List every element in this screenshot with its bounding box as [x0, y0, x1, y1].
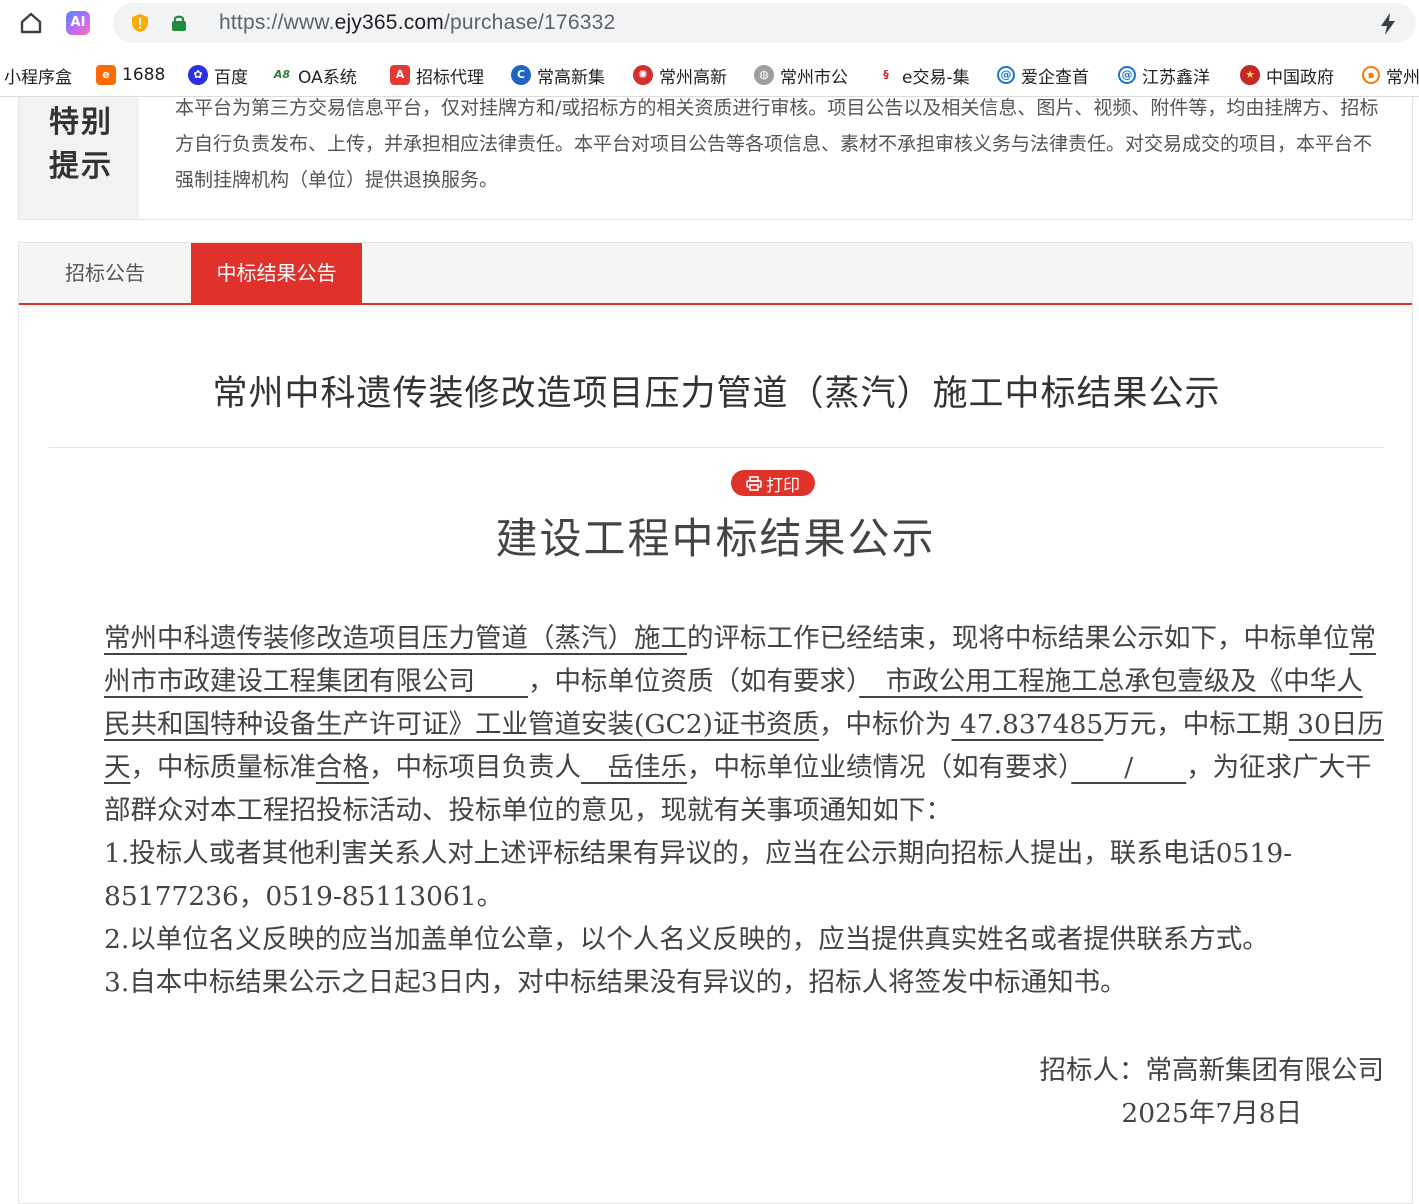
bookmark-label: 中国政府 — [1266, 67, 1334, 88]
notice-label-line2: 提示 — [49, 149, 113, 184]
bookmark-label: 常州市公 — [780, 67, 848, 88]
print-button[interactable]: 打印 — [731, 470, 815, 496]
signature-block: 招标人：常高新集团有限公司 2025年7月8日 — [1040, 1049, 1385, 1135]
baidu-paw-icon: ✿ — [188, 65, 208, 85]
project-manager: 岳佳乐 — [581, 752, 687, 783]
ejy-logo-icon: § — [876, 65, 896, 85]
bookmark-mini-programs[interactable]: 小程序盒 — [4, 63, 78, 88]
text-segment: 万元，中标工期 — [1103, 709, 1289, 740]
text-segment: ，中标质量标准 — [130, 752, 317, 783]
special-notice: 特别 提示 本平台为第三方交易信息平台，仅对挂牌方和/或招标方的相关资质进行审核… — [18, 97, 1413, 220]
bookmark-bidding-agent[interactable]: A 招标代理 — [390, 63, 490, 87]
bookmark-changzhou-hitech[interactable]: ✺ 常州高新 — [633, 63, 733, 87]
bookmark-ejy[interactable]: § e交易-集 — [876, 63, 976, 87]
bookmark-aiqicha[interactable]: @ 爱企查首 — [997, 63, 1097, 87]
performance-record: / — [1071, 752, 1187, 783]
bookmark-baidu[interactable]: ✿ 百度 — [188, 63, 258, 87]
notice-label-line1: 特别 — [49, 105, 113, 140]
bookmark-label: e交易-集 — [902, 67, 970, 88]
lightning-icon[interactable] — [1378, 12, 1398, 36]
bookmark-label: 常高新集 — [537, 67, 605, 88]
bookmark-changzhou-public[interactable]: ◍ 常州市公 — [754, 63, 854, 87]
title-divider — [49, 447, 1384, 448]
printer-icon — [746, 475, 762, 491]
bookmark-label: 百度 — [214, 67, 248, 88]
bookmark-jiangsu-xinyang[interactable]: @ 江苏鑫洋 — [1118, 63, 1218, 87]
document-title: 建设工程中标结果公示 — [495, 514, 936, 563]
home-icon[interactable] — [18, 10, 44, 36]
ai-assistant-button[interactable]: AI — [66, 11, 90, 35]
bookmark-1688[interactable]: e 1688 — [96, 63, 176, 87]
notice-item-1: 1.投标人或者其他利害关系人对上述评标结果有异议的，应当在公示期向招标人提出，联… — [104, 838, 1293, 912]
oa-logo-icon: A8 — [272, 65, 292, 85]
bookmark-changzhou[interactable]: ๑ 常州 — [1362, 63, 1419, 87]
address-bar[interactable]: https://www.ejy365.com/purchase/176332 — [113, 3, 1416, 43]
bookmark-label: 江苏鑫洋 — [1142, 67, 1210, 88]
announcement-tabs: 招标公告 中标结果公告 — [19, 243, 1412, 305]
tab-bid-announcement[interactable]: 招标公告 — [19, 243, 191, 303]
bookmark-oa[interactable]: A8 OA系统 — [272, 63, 368, 87]
shield-warning-icon[interactable] — [131, 13, 149, 33]
bookmark-label: 招标代理 — [416, 67, 484, 88]
browser-toolbar: AI https://www.ejy365.com/purchase/17633… — [0, 0, 1419, 48]
aiqicha-icon: @ — [1118, 66, 1136, 84]
intro-paragraph: 常州中科遗传装修改造项目压力管道（蒸汽）施工的评标工作已经结束，现将中标结果公示… — [48, 617, 1388, 832]
notice-label: 特别 提示 — [19, 97, 139, 219]
text-segment: 的评标工作已经结束，现将中标结果公示如下，中标单位 — [687, 623, 1350, 654]
winning-price: 47.837485 — [951, 709, 1104, 740]
text-segment: ，中标单位资质（如有要求） — [528, 666, 860, 697]
bookmark-china-gov[interactable]: ★ 中国政府 — [1240, 63, 1340, 87]
emblem-icon: ✺ — [633, 65, 653, 85]
tenderer: 招标人：常高新集团有限公司 — [1039, 1055, 1385, 1086]
bookmark-label: 常州高新 — [659, 67, 727, 88]
lock-icon[interactable] — [171, 14, 187, 32]
text-segment: ，中标项目负责人 — [369, 752, 581, 783]
text-segment: ，中标价为 — [818, 709, 952, 740]
national-emblem-icon: ★ — [1240, 65, 1260, 85]
aiqicha-icon: @ — [997, 66, 1015, 84]
1688-logo-icon: e — [96, 65, 116, 85]
bookmark-label: 常州 — [1386, 67, 1419, 88]
pdf-icon: A — [390, 65, 410, 85]
cgx-logo-icon: C — [511, 65, 531, 85]
text-segment: ，中标单位业绩情况（如有要求） — [687, 752, 1072, 783]
bookmark-label: 爱企查首 — [1021, 67, 1089, 88]
quality-standard: 合格 — [316, 752, 369, 783]
bookmark-cgx[interactable]: C 常高新集 — [511, 63, 611, 87]
tab-award-result[interactable]: 中标结果公告 — [191, 243, 362, 303]
page-title: 常州中科遗传装修改造项目压力管道（蒸汽）施工中标结果公示 — [212, 374, 1221, 414]
globe-icon: ◍ — [754, 65, 774, 85]
bookmark-label: OA系统 — [298, 67, 357, 88]
main-content: 招标公告 中标结果公告 常州中科遗传装修改造项目压力管道（蒸汽）施工中标结果公示… — [18, 242, 1413, 1204]
print-label: 打印 — [766, 475, 800, 496]
document-body: 常州中科遗传装修改造项目压力管道（蒸汽）施工的评标工作已经结束，现将中标结果公示… — [48, 617, 1388, 1004]
swirl-icon: ๑ — [1362, 66, 1380, 84]
url-text[interactable]: https://www.ejy365.com/purchase/176332 — [219, 11, 615, 35]
bookmark-label: 小程序盒 — [4, 67, 72, 88]
bookmark-label: 1688 — [122, 65, 166, 85]
publish-date: 2025年7月8日 — [1121, 1098, 1303, 1129]
notice-text: 本平台为第三方交易信息平台，仅对挂牌方和/或招标方的相关资质进行审核。项目公告以… — [175, 97, 1379, 191]
project-name: 常州中科遗传装修改造项目压力管道（蒸汽）施工 — [104, 623, 687, 654]
notice-item-2: 2.以单位名义反映的应当加盖单位公章，以个人名义反映的，应当提供真实姓名或者提供… — [104, 924, 1269, 955]
notice-item-3: 3.自本中标结果公示之日起3日内，对中标结果没有异议的，招标人将签发中标通知书。 — [104, 967, 1127, 998]
